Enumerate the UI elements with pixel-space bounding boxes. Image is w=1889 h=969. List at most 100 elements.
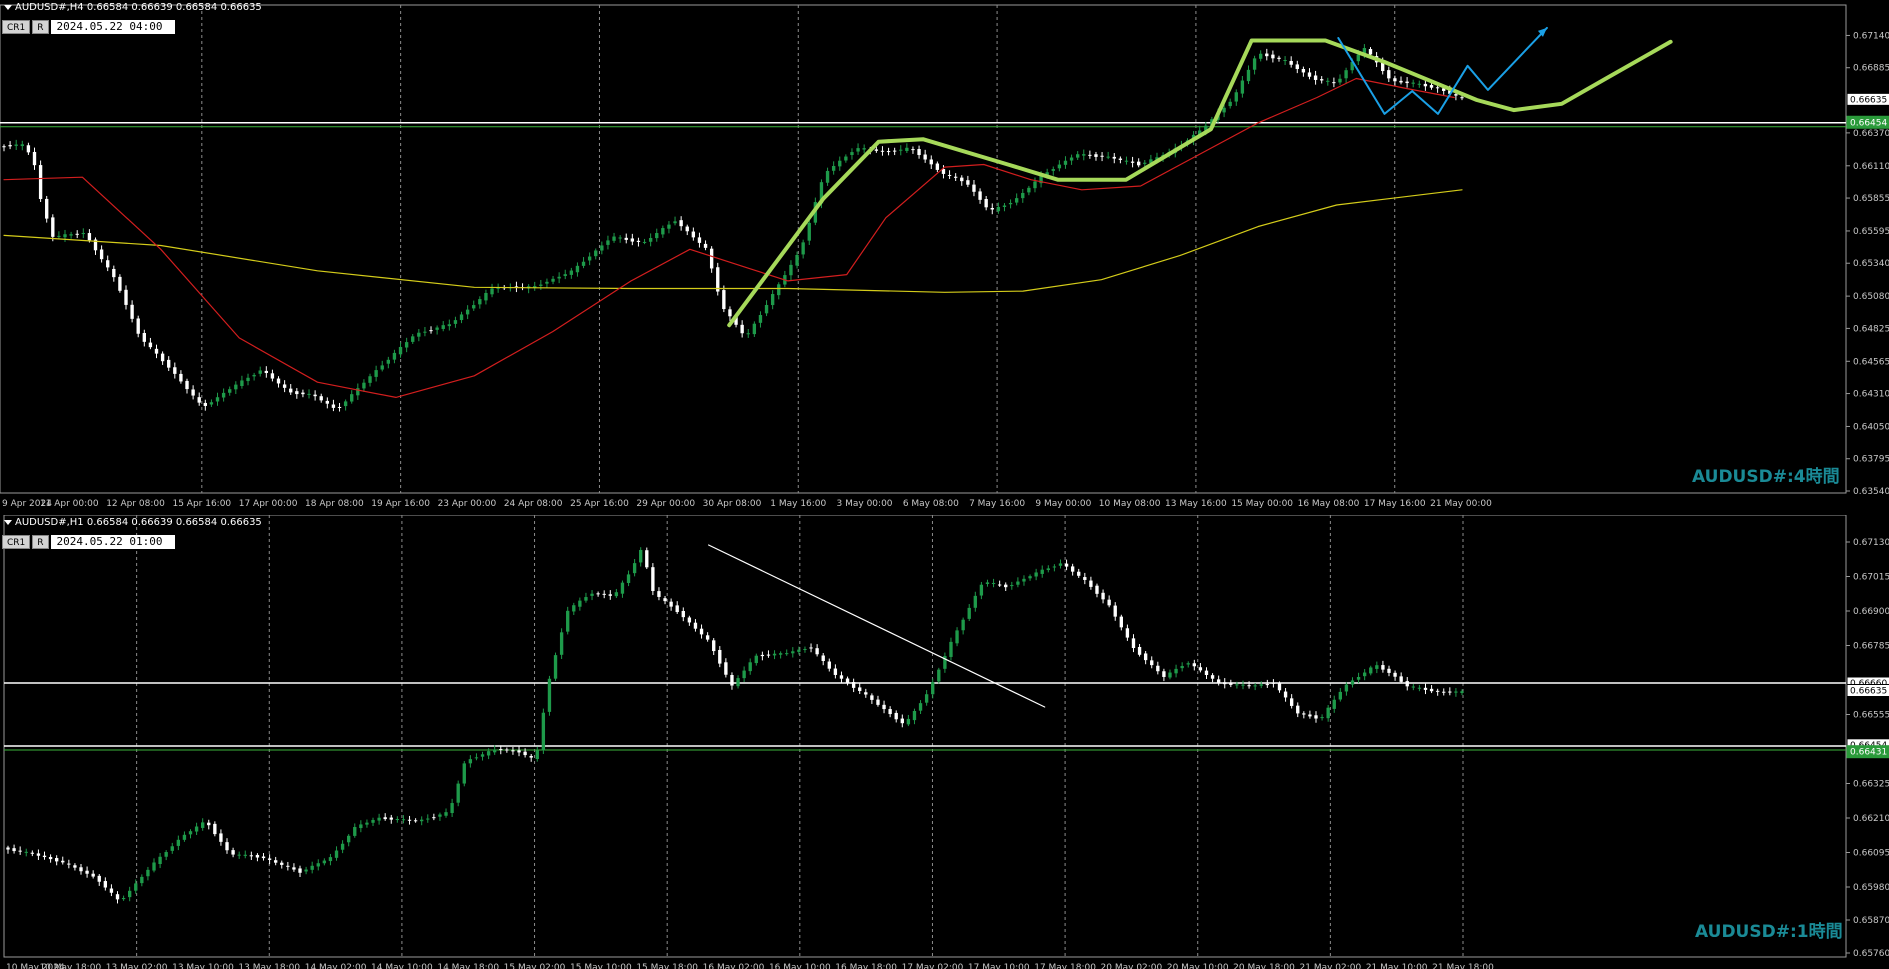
candle-body (541, 712, 546, 751)
candle-body (331, 404, 336, 408)
candle-body (209, 402, 214, 405)
candle-body (1387, 668, 1391, 673)
y-axis-tick-label: 0.64050 (1853, 422, 1889, 432)
candle-body (691, 231, 696, 238)
candle-body (1368, 49, 1373, 55)
candle-body (1356, 54, 1360, 62)
candle-body (772, 653, 777, 656)
candle-body (182, 834, 187, 840)
candle-body (383, 817, 387, 820)
y-axis-tick-label: 0.66370 (1853, 129, 1889, 139)
h1-chart-panel[interactable]: 10 May 2024 10 May 18:00 13 May 02:00 13 Ma… (0, 515, 1889, 969)
candle-body (270, 373, 275, 379)
candle-body (389, 817, 393, 820)
candle-body (754, 655, 758, 664)
candle-body (1192, 663, 1196, 667)
candle-body (1240, 80, 1245, 94)
candle-body (1222, 107, 1226, 113)
h1-cr1-button[interactable]: CR1 (2, 535, 31, 549)
candle-body (221, 392, 226, 398)
candle-body (67, 863, 71, 865)
candle-body (996, 206, 1001, 212)
candle-body (663, 598, 667, 602)
y-axis-tick-label: 0.66555 (1853, 711, 1889, 721)
x-axis-tick-label: 19 Apr 16:00 (371, 499, 430, 509)
candle-body (276, 378, 281, 384)
candle-body (36, 853, 41, 856)
x-axis-tick-label: 16 May 18:00 (835, 963, 897, 969)
collapse-triangle-icon[interactable] (4, 4, 12, 10)
h1-chart-svg[interactable]: 10 May 202410 May 18:00 13 May 02:00 13 Ma… (0, 515, 1889, 969)
candle-body (480, 754, 485, 757)
candle-body (1107, 599, 1111, 606)
candle-body (398, 346, 403, 355)
h4-chart-svg[interactable]: 9 Apr 202411 Apr 00:00 12 Apr 08:00 15 Apr… (0, 0, 1889, 515)
candle-body (85, 870, 89, 874)
h4-cr1-button[interactable]: CR1 (2, 20, 31, 34)
candle-body (673, 221, 677, 224)
x-axis-tick-label: 14 May 10:00 (371, 963, 433, 969)
candle-body (973, 595, 977, 608)
candle-body (801, 242, 805, 255)
candle-body (1460, 97, 1464, 99)
h4-r-button[interactable]: R (32, 20, 49, 34)
x-axis-tick-label: 10 May 18:00 (39, 963, 101, 969)
candle-body (176, 839, 181, 846)
candle-body (249, 855, 254, 857)
collapse-triangle-icon[interactable] (4, 519, 12, 525)
candle-body (523, 751, 527, 756)
candle-body (1216, 679, 1221, 683)
x-axis-tick-label: 21 May 10:00 (1366, 963, 1428, 969)
candle-body (99, 249, 104, 260)
candle-body (225, 842, 229, 851)
candle-body (899, 149, 903, 151)
candle-body (1077, 571, 1081, 576)
candle-body (831, 165, 836, 171)
candle-body (553, 655, 558, 679)
candle-body (648, 237, 653, 242)
candle-body (1344, 70, 1348, 79)
candle-body (1454, 94, 1458, 96)
candle-body (722, 290, 726, 310)
candle-body (429, 330, 433, 332)
candle-body (432, 817, 436, 819)
candle-body (1265, 53, 1269, 57)
candle-body (575, 265, 580, 273)
x-axis-tick-label: 30 Apr 08:00 (703, 499, 762, 509)
candle-body (845, 678, 850, 684)
candle-body (1186, 663, 1190, 665)
candle-body (472, 305, 476, 309)
y-axis-tick-label: 0.66210 (1853, 814, 1889, 824)
candle-body (864, 692, 868, 695)
candle-body (918, 703, 923, 711)
candle-body (1307, 72, 1312, 77)
candle-body (1162, 671, 1166, 677)
candle-body (559, 632, 564, 655)
candle-body (1296, 705, 1300, 714)
candle-body (109, 888, 114, 893)
candle-body (1399, 80, 1403, 83)
candle-body (14, 144, 18, 146)
candle-body (789, 264, 793, 276)
h1-r-button[interactable]: R (32, 535, 49, 549)
candle-body (979, 584, 984, 596)
x-axis-tick-label: 23 Apr 00:00 (438, 499, 497, 509)
candle-body (191, 389, 195, 396)
candle-body (1124, 160, 1129, 162)
candle-body (803, 648, 807, 650)
candle-body (1014, 198, 1019, 203)
candle-body (313, 394, 317, 397)
candle-body (661, 228, 665, 235)
candle-body (1252, 58, 1257, 70)
candle-body (1204, 670, 1209, 675)
candle-body (1289, 698, 1294, 706)
candle-body (1016, 581, 1020, 585)
candle-body (185, 380, 189, 390)
candle-body (45, 198, 49, 219)
candle-body (594, 250, 598, 257)
x-axis-tick-label: 17 May 18:00 (1034, 963, 1096, 969)
candle-body (30, 852, 35, 854)
h4-chart-panel[interactable]: 9 Apr 2024 11 Apr 00:00 12 Apr 08:00 15 Apr… (0, 0, 1889, 515)
x-axis-tick-label: 10 May 08:00 (1099, 499, 1161, 509)
candle-body (1326, 707, 1330, 719)
